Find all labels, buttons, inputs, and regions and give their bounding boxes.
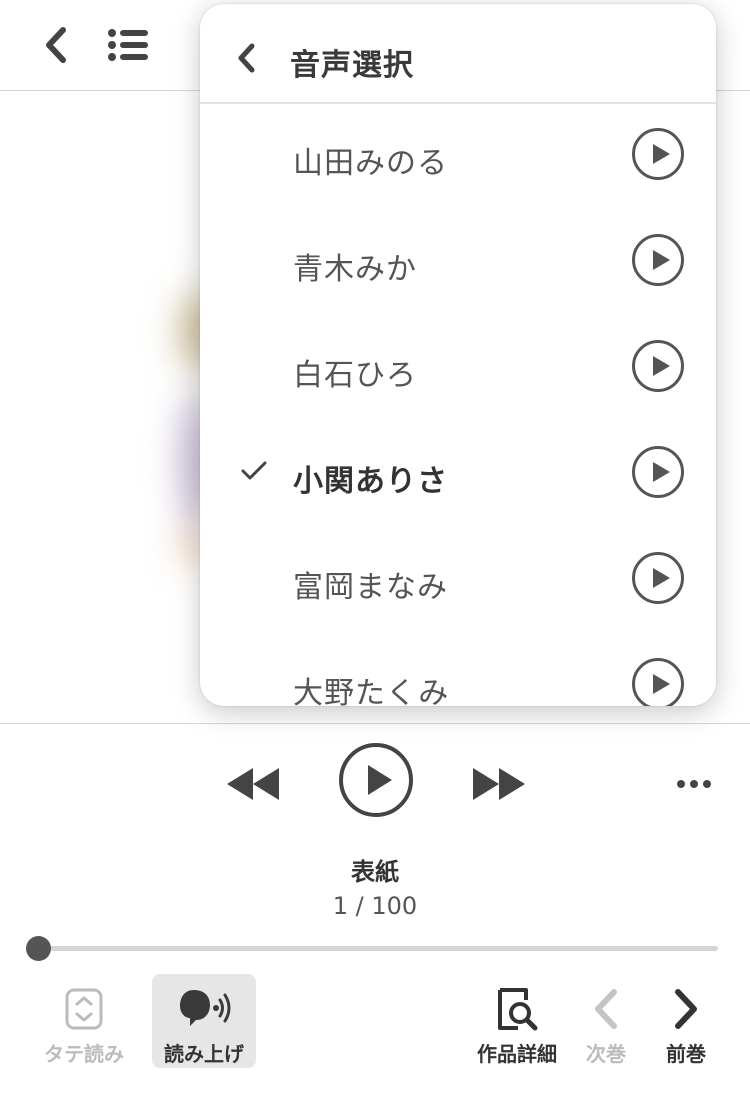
next-volume-button[interactable]: 次巻 <box>578 974 634 1068</box>
popup-header: 音声選択 <box>200 4 716 104</box>
voice-name: 青木みか <box>293 252 417 287</box>
voice-select-popup: 音声選択 山田みのる 青木みか 白石ひろ 小関ありさ 富岡まなみ 大野たくみ <box>200 4 716 706</box>
page-counter: 1 / 100 <box>332 892 418 920</box>
check-icon <box>241 461 267 480</box>
voice-name: 山田みのる <box>293 146 448 181</box>
popup-back-button[interactable] <box>228 38 264 78</box>
play-button[interactable] <box>336 740 416 820</box>
preview-play-button[interactable] <box>632 446 684 498</box>
rewind-button[interactable] <box>222 762 284 806</box>
voice-name: 白石ひろ <box>293 358 417 393</box>
progress-slider-track[interactable] <box>38 946 718 951</box>
preview-play-button[interactable] <box>632 552 684 604</box>
preview-play-button[interactable] <box>632 234 684 286</box>
more-button[interactable] <box>672 768 716 800</box>
chevron-right-icon <box>675 989 697 1029</box>
list-icon <box>108 29 148 61</box>
fast-forward-icon <box>473 768 525 800</box>
work-details-button[interactable]: 作品詳細 <box>472 974 562 1068</box>
toc-button[interactable] <box>104 24 152 66</box>
read-aloud-button[interactable]: 読み上げ <box>152 974 256 1068</box>
page-title: 表紙 <box>351 858 399 886</box>
voice-option[interactable]: 大野たくみ <box>200 634 716 706</box>
play-icon <box>339 743 413 817</box>
voice-name: 大野たくみ <box>293 676 450 706</box>
voice-option[interactable]: 富岡まなみ <box>200 528 716 634</box>
read-aloud-icon <box>180 990 231 1026</box>
content-divider <box>0 723 750 724</box>
preview-play-button[interactable] <box>632 128 684 180</box>
chevron-left-icon <box>46 27 66 63</box>
read-aloud-label: 読み上げ <box>164 1042 244 1066</box>
voice-option[interactable]: 青木みか <box>200 210 716 316</box>
preview-play-button[interactable] <box>632 340 684 392</box>
chevron-left-icon <box>595 989 617 1029</box>
work-details-label: 作品詳細 <box>477 1042 557 1066</box>
fast-forward-button[interactable] <box>468 762 530 806</box>
book-search-icon <box>498 988 538 1031</box>
prev-volume-label: 前巻 <box>666 1042 706 1066</box>
playback-controls <box>0 740 750 830</box>
popup-title: 音声選択 <box>290 48 414 83</box>
vertical-read-button[interactable]: タテ読み <box>36 974 132 1068</box>
vertical-scroll-icon <box>65 988 103 1030</box>
voice-option[interactable]: 山田みのる <box>200 104 716 210</box>
prev-volume-button[interactable]: 前巻 <box>658 974 714 1068</box>
voice-name: 小関ありさ <box>293 464 448 499</box>
preview-play-button[interactable] <box>632 658 684 706</box>
progress-slider-thumb[interactable] <box>26 936 51 961</box>
back-button[interactable] <box>36 22 76 68</box>
voice-option-selected[interactable]: 小関ありさ <box>200 422 716 528</box>
rewind-icon <box>227 768 279 800</box>
more-icon <box>677 780 711 788</box>
next-volume-label: 次巻 <box>586 1042 626 1066</box>
voice-option[interactable]: 白石ひろ <box>200 316 716 422</box>
chevron-left-icon <box>238 43 255 73</box>
voice-name: 富岡まなみ <box>293 570 448 605</box>
vertical-read-label: タテ読み <box>44 1042 124 1066</box>
